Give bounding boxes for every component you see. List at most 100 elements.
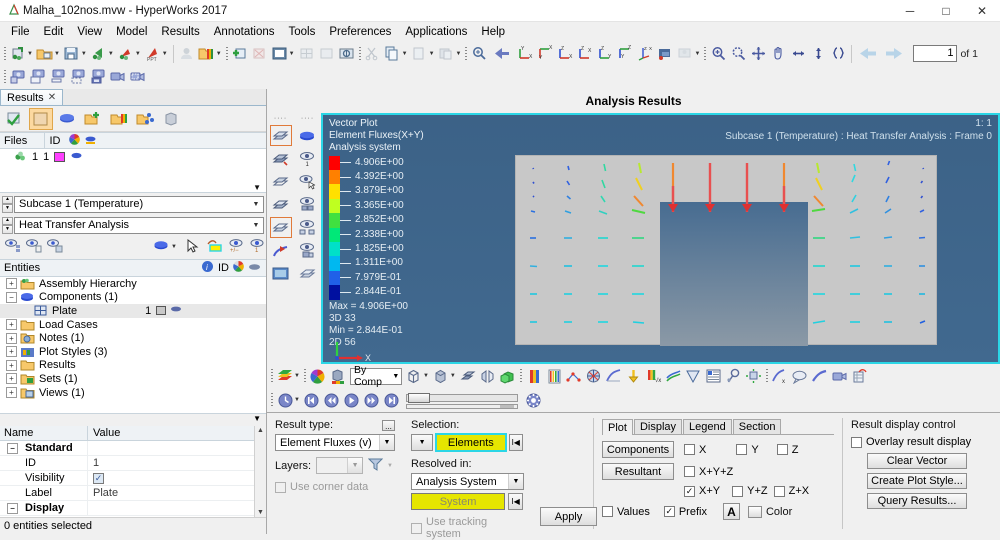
streamline-icon[interactable] xyxy=(664,366,684,386)
color-wheel-icon[interactable] xyxy=(308,366,328,386)
file-list-item[interactable]: 1 1 xyxy=(0,149,266,165)
next-page-icon[interactable] xyxy=(881,44,907,64)
expander-icon[interactable]: + xyxy=(6,278,17,290)
chevron-down-icon[interactable]: ▼ xyxy=(249,201,263,208)
create-plot-style-button[interactable]: Create Plot Style... xyxy=(867,473,967,489)
checkbox-box[interactable] xyxy=(773,485,785,497)
brackets-icon[interactable] xyxy=(828,44,848,64)
new-session-icon[interactable] xyxy=(8,44,28,64)
comment-icon[interactable] xyxy=(790,366,810,386)
tree-item-results[interactable]: + Results xyxy=(0,359,266,373)
move-icon[interactable] xyxy=(744,366,764,386)
entities-tree[interactable]: + Assembly Hierarchy − Components (1) Pl… xyxy=(0,277,266,414)
expander-icon[interactable]: + xyxy=(6,332,17,344)
result-set-icon[interactable] xyxy=(107,108,131,130)
view-xz-icon[interactable]: ZX xyxy=(575,44,595,64)
sync-windows-icon[interactable] xyxy=(337,44,357,64)
filter-icon[interactable] xyxy=(367,457,384,474)
use-tracking-system-checkbox[interactable]: Use tracking system xyxy=(411,516,523,540)
capture-save-icon[interactable] xyxy=(8,67,28,87)
checkbox-box[interactable] xyxy=(411,522,422,534)
capture-region-icon[interactable] xyxy=(68,67,88,87)
note-highlight-icon[interactable] xyxy=(206,238,224,256)
menu-model[interactable]: Model xyxy=(109,24,154,40)
subcase-combo[interactable]: Subcase 1 (Temperature) ▼ xyxy=(14,195,264,213)
query-icon[interactable] xyxy=(724,366,744,386)
legend-bar-icon[interactable] xyxy=(524,366,544,386)
mesh-plain-icon[interactable] xyxy=(296,262,320,285)
tab-results[interactable]: Results ✕ xyxy=(0,89,64,105)
view-zy-icon[interactable]: ZY xyxy=(595,44,615,64)
plate-model[interactable] xyxy=(515,155,937,346)
apply-button[interactable]: Apply xyxy=(540,507,597,526)
menu-results[interactable]: Results xyxy=(154,24,206,40)
id-column-label[interactable]: ID xyxy=(218,262,229,274)
mesh-feature-icon[interactable] xyxy=(269,193,293,216)
info-icon[interactable]: i xyxy=(201,260,214,276)
view-yx-icon[interactable]: YX xyxy=(515,44,535,64)
collapser-icon[interactable]: − xyxy=(6,291,17,303)
copy-icon[interactable] xyxy=(383,44,403,64)
layer-icon[interactable] xyxy=(248,261,261,276)
tab-section[interactable]: Section xyxy=(732,419,782,434)
checkbox-box[interactable] xyxy=(602,506,613,517)
cube-icon[interactable] xyxy=(159,108,183,130)
check-x[interactable]: X xyxy=(684,444,706,456)
eye-group-icon[interactable] xyxy=(296,216,320,239)
section-cut-icon[interactable] xyxy=(684,366,704,386)
legend-color-band[interactable]: 4.906E+00 4.392E+00 3.879E+00 3.365E+00 … xyxy=(329,155,424,300)
measure-icon[interactable] xyxy=(269,239,293,262)
layers-combo[interactable]: ▼ xyxy=(316,457,364,474)
chevron-down-icon[interactable]: ▼ xyxy=(391,373,401,380)
window-grid-icon[interactable] xyxy=(317,44,337,64)
zoom-window-icon[interactable] xyxy=(728,44,748,64)
menu-edit[interactable]: Edit xyxy=(37,24,71,40)
prev-page-icon[interactable] xyxy=(855,44,881,64)
record-video-icon[interactable] xyxy=(108,67,128,87)
delete-page-icon[interactable] xyxy=(250,44,270,64)
collapser-icon[interactable]: − xyxy=(7,502,18,514)
page-results-icon[interactable] xyxy=(29,107,53,130)
capture-window-icon[interactable] xyxy=(28,67,48,87)
system-select-button[interactable]: System xyxy=(411,493,506,510)
tree-item-components[interactable]: − Components (1) xyxy=(0,291,266,305)
screen-icon[interactable] xyxy=(269,262,293,285)
checkbox-box[interactable]: ✓ xyxy=(684,485,695,497)
eye-one-icon[interactable]: 1 xyxy=(296,147,320,170)
properties-scrollbar[interactable]: ▲ ▼ xyxy=(254,426,266,517)
expand-down-icon[interactable]: ▼ xyxy=(253,183,261,192)
clear-vector-button[interactable]: Clear Vector xyxy=(867,453,967,469)
scroll-down-icon[interactable]: ▼ xyxy=(257,509,264,516)
pan-icon[interactable] xyxy=(768,44,788,64)
back-arrow-icon[interactable] xyxy=(489,44,515,64)
layer-icon[interactable] xyxy=(70,150,83,164)
display-user-icon[interactable] xyxy=(675,44,695,64)
expander-icon[interactable]: + xyxy=(6,319,17,331)
menu-file[interactable]: File xyxy=(4,24,37,40)
use-corner-data-checkbox[interactable]: Use corner data xyxy=(275,481,395,493)
files-column-header[interactable]: Files xyxy=(0,135,44,147)
add-page-icon[interactable] xyxy=(230,44,250,64)
toolbar-grip[interactable]: ···· xyxy=(301,115,314,124)
mesh-transparent-icon[interactable] xyxy=(269,216,293,239)
solid-cube-icon[interactable] xyxy=(431,366,451,386)
close-icon[interactable]: ✕ xyxy=(48,92,56,103)
tree-item-assembly[interactable]: + Assembly Hierarchy xyxy=(0,277,266,291)
chevron-down-icon[interactable]: ▼ xyxy=(171,244,177,250)
last-frame-icon[interactable] xyxy=(382,390,402,410)
analysis-combo[interactable]: Heat Transfer Analysis ▼ xyxy=(14,216,264,234)
menu-help[interactable]: Help xyxy=(474,24,512,40)
rewind-icon[interactable] xyxy=(322,390,342,410)
find-icon[interactable] xyxy=(469,44,489,64)
checkbox-box[interactable] xyxy=(684,466,695,477)
maximize-button[interactable]: □ xyxy=(928,0,964,21)
green-cube-icon[interactable] xyxy=(498,366,518,386)
first-frame-icon[interactable] xyxy=(302,390,322,410)
deform-x-icon[interactable]: x xyxy=(770,366,790,386)
user-profile-icon[interactable] xyxy=(177,44,197,64)
show-hide-icon[interactable] xyxy=(4,237,22,257)
contour-plot-icon[interactable] xyxy=(275,366,295,386)
components-button[interactable]: Components xyxy=(602,441,674,458)
mesh-wireframe-icon[interactable] xyxy=(269,170,293,193)
color-wheel-icon[interactable] xyxy=(232,260,245,276)
